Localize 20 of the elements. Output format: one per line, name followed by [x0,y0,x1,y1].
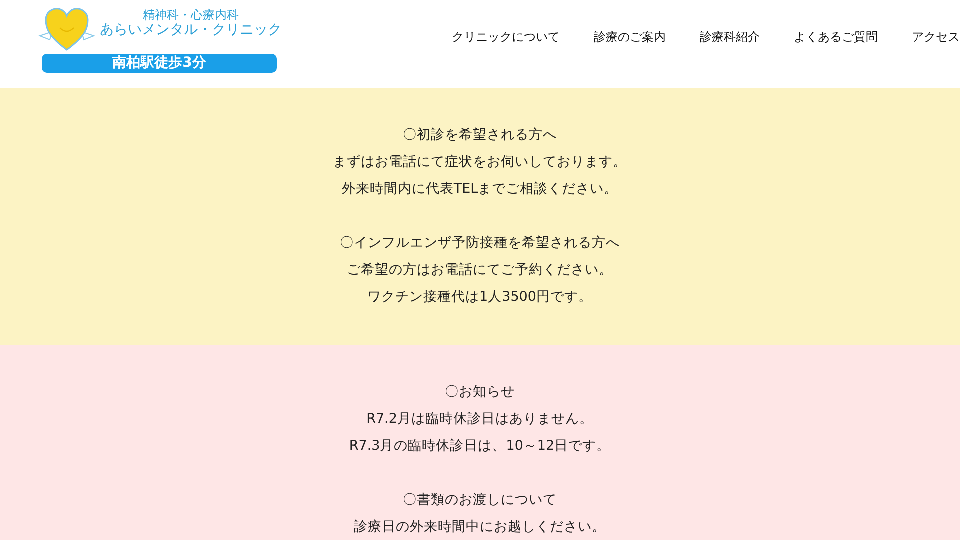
heart-logo-icon [38,6,96,52]
nav-link[interactable]: クリニックについて [452,28,560,46]
nav-link[interactable]: 診療のご案内 [594,28,666,46]
notice-text: R7.2月は臨時休診日はありません。 [366,411,594,427]
notice-text: 〇インフルエンザ予防接種を希望される方へ [340,235,620,251]
notice-text: 〇書類のお渡しについて [403,492,557,508]
notice-text: ワクチン接種代は1人3500円です。 [368,289,592,305]
notice-text: ご希望の方はお電話にてご予約ください。 [347,262,613,278]
notice-text: まずはお電話にて症状をお伺いしております。 [333,154,627,170]
notice-text: 外来時間内に代表TELまでご相談ください。 [342,181,618,197]
station-badge: 南柏駅徒歩3分 [42,54,277,73]
notice-text: 診療日の外来時間中にお越しください。 [354,519,606,535]
nav-link[interactable]: アクセス [912,28,960,46]
logo-title: あらいメンタル・クリニック [100,22,282,40]
logo-subtitle: 精神科・心療内科 [143,8,239,22]
nav-link[interactable]: 診療科紹介 [700,28,760,46]
notice-text: 〇初診を希望される方へ [403,127,557,143]
nav-link[interactable]: よくあるご質問 [794,28,878,46]
notice-text: 〇お知らせ [445,384,515,400]
notice-text: R7.3月の臨時休診日は、10～12日です。 [349,438,611,454]
